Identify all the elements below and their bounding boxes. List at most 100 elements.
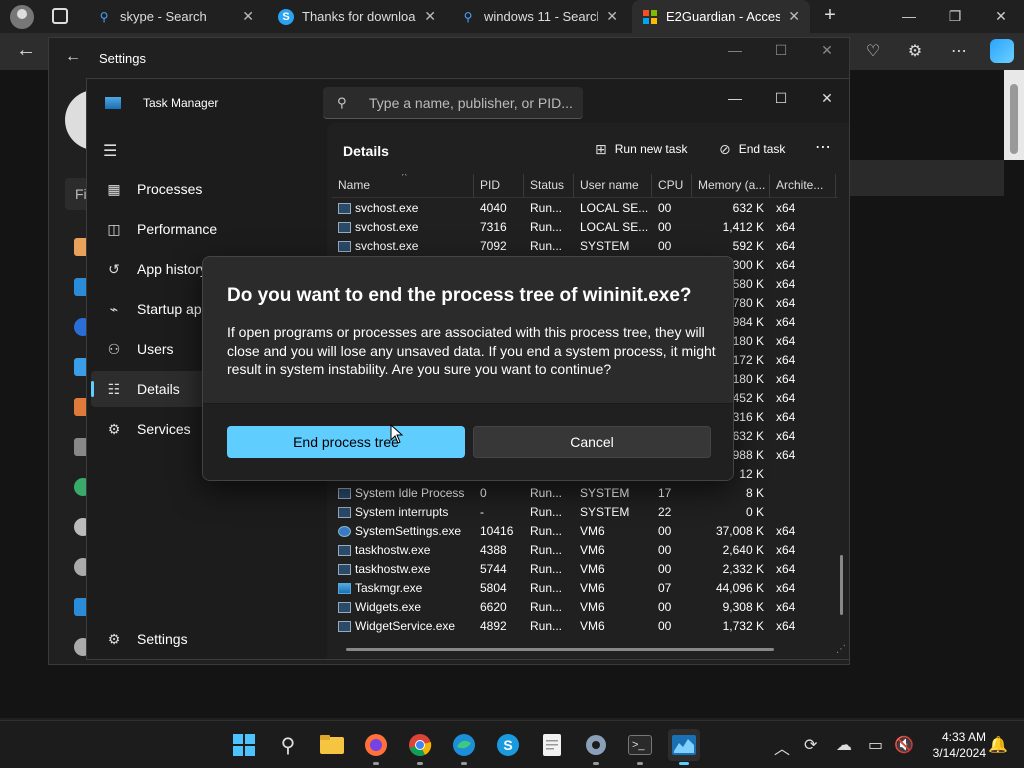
firefox-icon[interactable] xyxy=(360,729,392,765)
column-header-cpu[interactable]: CPU xyxy=(652,174,692,197)
page-panel xyxy=(850,160,1004,196)
table-row[interactable]: svchost.exe 7316 Run... LOCAL SE... 00 1,412 … xyxy=(332,218,854,237)
chevron-up-icon[interactable]: ︿ xyxy=(774,735,790,759)
search-box[interactable]: ⚲ xyxy=(323,87,583,119)
close-tab-icon[interactable]: ✕ xyxy=(242,8,254,25)
minimize-button[interactable]: — xyxy=(886,4,932,28)
column-header-pid[interactable]: PID xyxy=(474,174,524,197)
edge-icon[interactable] xyxy=(448,729,480,765)
close-tab-icon[interactable]: ✕ xyxy=(606,8,618,25)
close-tab-icon[interactable]: ✕ xyxy=(788,8,800,25)
table-row[interactable]: taskhostw.exe 5744 Run... VM6 00 2,332 K x64 xyxy=(332,560,854,579)
cloud-offline-icon[interactable]: ☁ xyxy=(836,735,852,755)
profile-avatar[interactable] xyxy=(10,5,34,29)
search-icon[interactable]: ⚲ xyxy=(272,729,304,761)
column-header-name[interactable]: Name ^ xyxy=(332,174,474,197)
cancel-button[interactable]: Cancel xyxy=(473,426,711,458)
process-architecture: x64 xyxy=(776,581,796,595)
network-icon[interactable]: ▭ xyxy=(868,735,883,755)
close-window-button[interactable]: ✕ xyxy=(978,4,1024,28)
notepad-icon[interactable] xyxy=(536,729,568,761)
process-architecture: x64 xyxy=(776,429,796,443)
taskbar-clock[interactable]: 4:33 AM 3/14/2024 xyxy=(912,729,986,761)
process-icon xyxy=(338,203,351,214)
notification-bell-icon[interactable]: 🔔 xyxy=(988,735,1008,755)
tab-title: E2Guardian - Access D xyxy=(666,9,781,24)
copilot-icon[interactable] xyxy=(990,39,1014,63)
table-row[interactable]: Widgets.exe 6620 Run... VM6 00 9,308 K x64 xyxy=(332,598,854,617)
table-row[interactable]: svchost.exe 7092 Run... SYSTEM 00 592 K x64 xyxy=(332,237,854,256)
settings-icon[interactable] xyxy=(580,729,612,765)
back-arrow-icon[interactable]: ← xyxy=(65,48,81,66)
search-input[interactable] xyxy=(369,93,574,113)
sidebar-item-settings[interactable]: ⚙ Settings xyxy=(91,621,321,657)
end-task-button[interactable]: ⊘ End task xyxy=(719,137,785,161)
more-options-icon[interactable]: ⋯ xyxy=(948,41,970,63)
browser-tab-thanks[interactable]: S Thanks for downloading ✕ xyxy=(268,0,446,33)
end-process-tree-button[interactable]: End process tree xyxy=(227,426,465,458)
browser-tab-e2guardian[interactable]: E2Guardian - Access D ✕ xyxy=(632,0,810,33)
resize-grip-icon[interactable]: ⋰ xyxy=(836,644,846,655)
health-icon[interactable]: ♡ xyxy=(862,41,884,63)
column-header-memory[interactable]: Memory (a... xyxy=(692,174,770,197)
close-window-button[interactable]: ✕ xyxy=(805,85,849,111)
run-new-task-button[interactable]: ⊞ Run new task xyxy=(595,137,687,161)
tab-actions-icon[interactable] xyxy=(52,8,68,24)
skype-icon[interactable]: S xyxy=(492,729,524,761)
terminal-icon[interactable]: >_ xyxy=(624,729,656,765)
clock-time: 4:33 AM xyxy=(941,730,986,744)
process-name-label: System Idle Process xyxy=(355,486,465,500)
more-options-icon[interactable]: ⋯ xyxy=(815,137,831,157)
start-icon[interactable] xyxy=(228,729,260,761)
close-window-button[interactable]: ✕ xyxy=(807,42,847,59)
volume-mute-icon[interactable]: 🔇 xyxy=(894,735,914,755)
sidebar-item-processes[interactable]: ▦ Processes xyxy=(91,171,321,207)
back-arrow-icon[interactable]: ← xyxy=(16,39,36,62)
minimize-button[interactable]: — xyxy=(715,42,755,58)
process-status: Run... xyxy=(530,581,563,595)
scrollbar-thumb[interactable] xyxy=(1010,84,1018,154)
table-row[interactable]: SystemSettings.exe 10416 Run... VM6 00 37,008… xyxy=(332,522,854,541)
process-user: LOCAL SE... xyxy=(580,201,649,215)
process-user: VM6 xyxy=(580,619,605,633)
task-manager-icon[interactable] xyxy=(668,729,700,765)
column-header-architecture[interactable]: Archite... xyxy=(770,174,836,197)
process-architecture: x64 xyxy=(776,201,796,215)
restore-button[interactable]: ❐ xyxy=(932,4,978,28)
close-tab-icon[interactable]: ✕ xyxy=(424,8,436,25)
maximize-button[interactable]: ☐ xyxy=(759,85,803,111)
table-row[interactable]: taskhostw.exe 4388 Run... VM6 00 2,640 K x64 xyxy=(332,541,854,560)
vertical-scrollbar[interactable] xyxy=(840,555,843,615)
table-row[interactable]: System Idle Process 0 Run... SYSTEM 17 8 K xyxy=(332,484,854,503)
end-task-label: End task xyxy=(738,142,786,156)
table-row[interactable]: WidgetService.exe 4892 Run... VM6 00 1,732 K x… xyxy=(332,617,854,636)
process-user: SYSTEM xyxy=(580,239,630,253)
process-icon xyxy=(338,488,351,499)
chrome-icon[interactable] xyxy=(404,729,436,765)
browser-tab-skype-search[interactable]: ⚲ skype - Search ✕ xyxy=(86,0,264,33)
process-cpu: 07 xyxy=(658,581,672,595)
maximize-button[interactable]: ☐ xyxy=(761,42,801,59)
minimize-button[interactable]: — xyxy=(713,85,757,111)
sidebar-item-performance[interactable]: ◫ Performance xyxy=(91,211,321,247)
process-name: svchost.exe xyxy=(332,218,474,237)
table-row[interactable]: Taskmgr.exe 5804 Run... VM6 07 44,096 K x64 xyxy=(332,579,854,598)
browser-tab-windows11-search[interactable]: ⚲ windows 11 - Search ✕ xyxy=(450,0,628,33)
process-icon xyxy=(338,222,351,233)
sync-icon[interactable]: ⟳ xyxy=(804,735,817,755)
process-pid: 5804 xyxy=(480,581,507,595)
column-header-status[interactable]: Status xyxy=(524,174,574,197)
table-row[interactable]: System interrupts - Run... SYSTEM 22 0 K xyxy=(332,503,854,522)
column-header-user[interactable]: User name xyxy=(574,174,652,197)
file-explorer-icon[interactable] xyxy=(316,729,348,761)
table-row[interactable]: svchost.exe 4040 Run... LOCAL SE... 00 632 K x… xyxy=(332,199,854,218)
extensions-icon[interactable]: ⚙ xyxy=(904,41,926,63)
process-architecture: x64 xyxy=(776,524,796,538)
process-cpu: 00 xyxy=(658,600,672,614)
hamburger-menu-icon[interactable]: ☰ xyxy=(103,141,117,161)
process-name: svchost.exe xyxy=(332,199,474,218)
page-scrollbar[interactable] xyxy=(1004,70,1024,160)
search-icon: ⚲ xyxy=(99,9,109,24)
horizontal-scrollbar[interactable] xyxy=(346,648,774,651)
new-tab-button[interactable]: + xyxy=(818,4,842,28)
